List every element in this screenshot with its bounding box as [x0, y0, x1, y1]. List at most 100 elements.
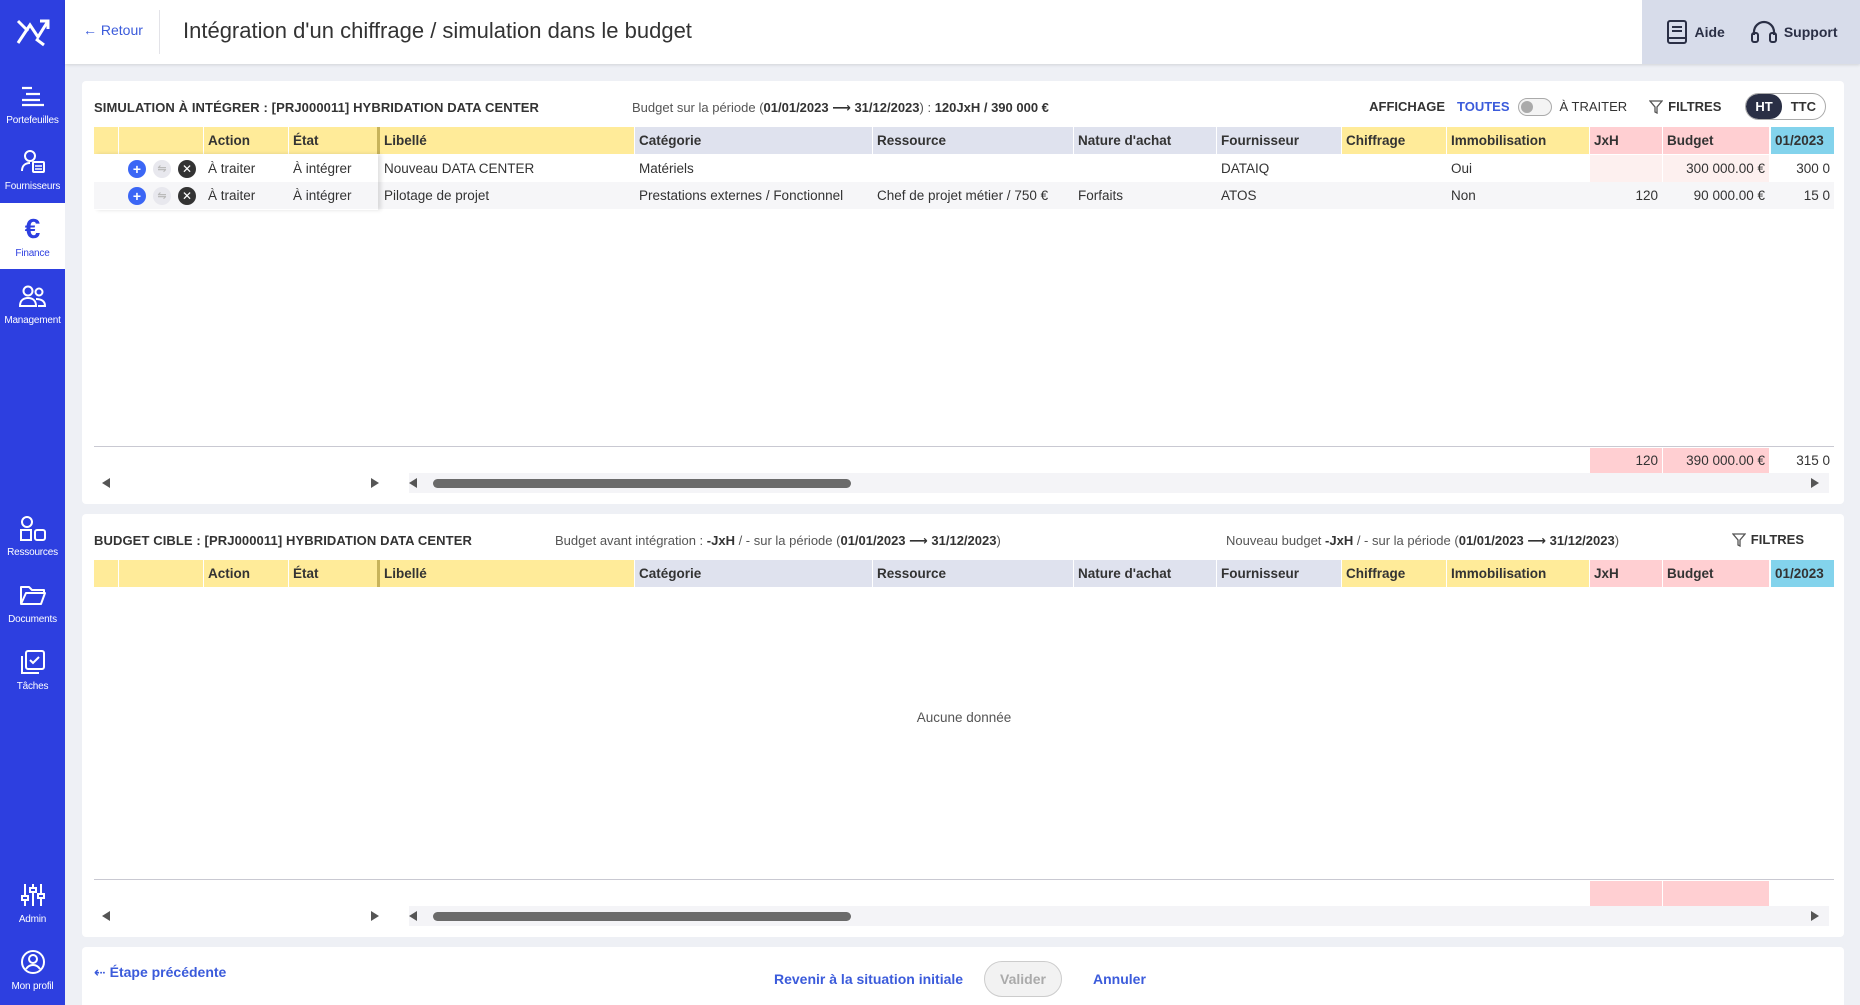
cell-month: 300 0	[1796, 161, 1830, 176]
table-footer-divider	[94, 879, 1834, 880]
nav-portefeuilles[interactable]: Portefeuilles	[0, 70, 65, 136]
nav-taches[interactable]: Tâches	[0, 636, 65, 702]
ttc-option[interactable]: TTC	[1782, 94, 1825, 119]
header-month[interactable]: 01/2023	[1771, 127, 1834, 154]
header-chiffrage[interactable]: Chiffrage	[1342, 560, 1446, 587]
scroll-left-arrow[interactable]	[102, 911, 110, 921]
cancel-button[interactable]: Annuler	[1093, 971, 1146, 987]
reset-button[interactable]: Revenir à la situation initiale	[774, 971, 963, 987]
info-text: ) :	[919, 100, 935, 115]
close-icon[interactable]: ✕	[178, 160, 196, 178]
table-row[interactable]: + ⇋ ✕ À traiter À intégrer Nouveau DATA …	[94, 155, 1834, 182]
app-logo-icon	[16, 19, 49, 47]
header-jxh[interactable]: JxH	[1590, 127, 1662, 154]
header-etat[interactable]: État	[289, 560, 377, 587]
scroll-thumb[interactable]	[433, 912, 851, 921]
euro-icon: €	[24, 212, 41, 244]
header-chiffrage[interactable]: Chiffrage	[1342, 127, 1446, 154]
nav-fournisseurs[interactable]: Fournisseurs	[0, 136, 65, 202]
header-budget[interactable]: Budget	[1663, 560, 1769, 587]
scroll-right-arrow[interactable]	[1811, 911, 1819, 921]
header-immobilisation[interactable]: Immobilisation	[1447, 127, 1589, 154]
app-logo[interactable]	[0, 0, 65, 64]
header-nature[interactable]: Nature d'achat	[1074, 127, 1216, 154]
header-action[interactable]: Action	[204, 127, 288, 154]
scroll-track[interactable]	[409, 473, 1829, 493]
support-button[interactable]: Support	[1750, 19, 1838, 45]
filters-label: FILTRES	[1668, 99, 1722, 114]
header-categorie[interactable]: Catégorie	[635, 560, 872, 587]
split-icon[interactable]: ⇋	[153, 160, 171, 178]
cell-chiffrage	[1342, 182, 1446, 209]
horizontal-scrollbar[interactable]	[94, 906, 1834, 926]
table-footer-divider	[94, 446, 1834, 447]
totals-row: 120 390 000.00 € 315 0	[94, 448, 1834, 473]
info-text: Budget sur la période (	[632, 100, 764, 115]
all-toggle-label[interactable]: TOUTES	[1457, 99, 1510, 114]
info-text: )	[996, 533, 1001, 548]
header-nature[interactable]: Nature d'achat	[1074, 560, 1216, 587]
header-libelle[interactable]: Libellé	[380, 127, 634, 154]
ht-option[interactable]: HT	[1746, 94, 1782, 119]
sliders-icon	[18, 880, 48, 910]
scroll-left-arrow[interactable]	[409, 911, 417, 921]
scroll-left-arrow[interactable]	[102, 478, 110, 488]
cell-budget: 90 000.00 €	[1693, 188, 1765, 203]
horizontal-scrollbar[interactable]	[94, 473, 1834, 493]
nav-admin[interactable]: Admin	[0, 869, 65, 935]
to-treat-label[interactable]: À TRAITER	[1560, 99, 1628, 114]
cell-libelle: Nouveau DATA CENTER	[384, 161, 535, 176]
table-row[interactable]: + ⇋ ✕ À traiter À intégrer Pilotage de p…	[94, 182, 1834, 209]
scroll-left-arrow[interactable]	[409, 478, 417, 488]
info-text: Nouveau budget	[1226, 533, 1326, 548]
header-ressource[interactable]: Ressource	[873, 560, 1073, 587]
scroll-thumb[interactable]	[433, 479, 851, 488]
filters-button[interactable]: FILTRES	[1731, 532, 1804, 547]
header-libelle[interactable]: Libellé	[380, 560, 634, 587]
nav-mon-profil[interactable]: Mon profil	[0, 936, 65, 1002]
cell-ressource: Chef de projet métier / 750 €	[877, 188, 1049, 203]
budget-before-info: Budget avant intégration : -JxH / - sur …	[555, 533, 1001, 549]
header-action[interactable]: Action	[204, 560, 288, 587]
split-icon[interactable]: ⇋	[153, 187, 171, 205]
nav-finance[interactable]: € Finance	[0, 203, 65, 269]
close-icon[interactable]: ✕	[178, 187, 196, 205]
support-label: Support	[1783, 24, 1838, 40]
add-icon[interactable]: +	[128, 160, 146, 178]
cell-ressource	[873, 155, 1073, 182]
to-treat-switch[interactable]	[1517, 97, 1552, 116]
header-categorie[interactable]: Catégorie	[635, 127, 872, 154]
header-jxh[interactable]: JxH	[1590, 560, 1662, 587]
header-cell	[94, 560, 118, 587]
scroll-right-arrow[interactable]	[1811, 478, 1819, 488]
nav-label: Finance	[15, 247, 50, 259]
header-etat[interactable]: État	[289, 127, 377, 154]
info-text: )	[1614, 533, 1620, 548]
funnel-icon	[1649, 99, 1664, 114]
filters-button[interactable]: FILTRES	[1649, 99, 1721, 114]
sidebar: Portefeuilles Fournisseurs € Finance Man…	[0, 0, 65, 1005]
table-header-row: Action État Libellé Catégorie Ressource …	[94, 560, 1834, 587]
header-budget[interactable]: Budget	[1663, 127, 1769, 154]
nav-management[interactable]: Management	[0, 270, 65, 336]
add-icon[interactable]: +	[128, 187, 146, 205]
header-fournisseur[interactable]: Fournisseur	[1217, 560, 1341, 587]
ht-ttc-toggle[interactable]: HT TTC	[1745, 93, 1826, 120]
nav-documents[interactable]: Documents	[0, 569, 65, 635]
simulation-table: Action État Libellé Catégorie Ressource …	[94, 127, 1834, 427]
display-controls: AFFICHAGE TOUTES À TRAITER FILTRES HT TT…	[1369, 93, 1826, 120]
help-button[interactable]: Aide	[1665, 19, 1725, 45]
header-immobilisation[interactable]: Immobilisation	[1447, 560, 1589, 587]
header-ressource[interactable]: Ressource	[873, 127, 1073, 154]
scroll-right-arrow[interactable]	[371, 478, 379, 488]
header-fournisseur[interactable]: Fournisseur	[1217, 127, 1341, 154]
previous-step-link[interactable]: ⇠ Étape précédente	[94, 964, 226, 981]
scroll-right-arrow[interactable]	[371, 911, 379, 921]
total-budget	[1663, 881, 1769, 906]
nav-ressources[interactable]: Ressources	[0, 502, 65, 568]
validate-button[interactable]: Valider	[984, 961, 1062, 997]
header-month[interactable]: 01/2023	[1771, 560, 1834, 587]
back-link[interactable]: ← Retour	[83, 22, 143, 38]
scroll-track[interactable]	[409, 906, 1829, 926]
user-circle-icon	[18, 947, 48, 977]
